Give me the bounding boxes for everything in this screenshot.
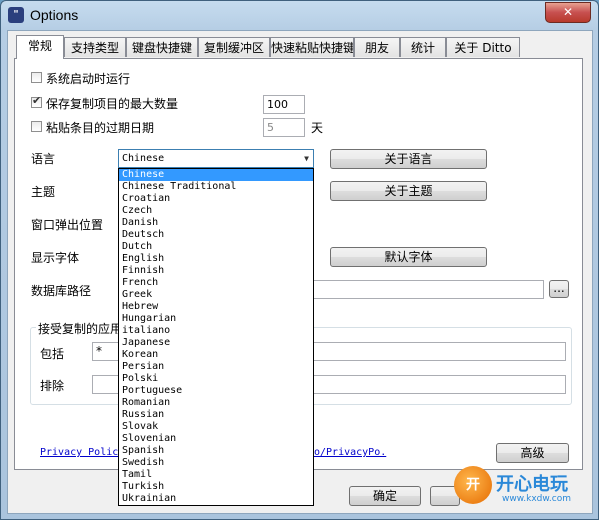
- startup-label: 系统启动时运行: [46, 72, 131, 86]
- language-option[interactable]: Chinese Traditional: [119, 181, 313, 193]
- tab-supported-types[interactable]: 支持类型: [64, 37, 126, 57]
- expire-checkbox[interactable]: [31, 121, 42, 132]
- language-option[interactable]: Russian: [119, 409, 313, 421]
- language-option[interactable]: Deutsch: [119, 229, 313, 241]
- language-option[interactable]: Swedish: [119, 457, 313, 469]
- dropdown-arrow-icon[interactable]: ▼: [304, 150, 309, 167]
- expire-label: 粘贴条目的过期日期: [46, 121, 155, 135]
- check-icon: ✔: [32, 94, 42, 107]
- startup-checkbox[interactable]: [31, 72, 42, 83]
- max-copies-checkbox[interactable]: ✔: [31, 94, 42, 108]
- language-select[interactable]: Chinese ▼: [118, 149, 314, 168]
- display-font-label: 显示字体: [31, 251, 80, 265]
- exclude-label: 排除: [40, 379, 65, 393]
- window-title: Options: [30, 7, 79, 23]
- language-option[interactable]: Greek: [119, 289, 313, 301]
- browse-db-button[interactable]: ...: [549, 280, 569, 298]
- include-label: 包括: [40, 347, 65, 361]
- expire-unit-label: 天: [311, 121, 324, 135]
- language-option[interactable]: Turkish: [119, 481, 313, 493]
- ok-button[interactable]: 确定: [349, 486, 421, 506]
- language-option[interactable]: Romanian: [119, 397, 313, 409]
- language-option[interactable]: Dutch: [119, 241, 313, 253]
- language-option[interactable]: Danish: [119, 217, 313, 229]
- tab-friends[interactable]: 朋友: [354, 37, 400, 57]
- language-option[interactable]: Croatian: [119, 193, 313, 205]
- language-option[interactable]: Portuguese: [119, 385, 313, 397]
- max-copies-input[interactable]: 100: [263, 95, 305, 114]
- title-bar[interactable]: " Options ✕: [1, 1, 598, 31]
- expire-days-input[interactable]: 5: [263, 118, 305, 137]
- about-language-button[interactable]: 关于语言: [330, 149, 487, 169]
- ditto-app-icon: ": [8, 7, 24, 23]
- language-option[interactable]: Chinese: [119, 169, 313, 181]
- about-theme-button[interactable]: 关于主题: [330, 181, 487, 201]
- language-option[interactable]: Polski: [119, 373, 313, 385]
- language-option[interactable]: Czech: [119, 205, 313, 217]
- tab-general[interactable]: 常规: [16, 35, 64, 59]
- language-label: 语言: [31, 152, 56, 166]
- tab-stats[interactable]: 统计: [400, 37, 446, 57]
- db-path-label: 数据库路径: [31, 284, 92, 298]
- language-option[interactable]: italiano: [119, 325, 313, 337]
- tab-copy-buffers[interactable]: 复制缓冲区: [198, 37, 270, 57]
- language-option[interactable]: Slovenian: [119, 433, 313, 445]
- watermark-url: www.kxdw.com: [502, 494, 571, 504]
- theme-label: 主题: [31, 185, 56, 199]
- language-option[interactable]: Korean: [119, 349, 313, 361]
- advanced-button[interactable]: 高级: [496, 443, 569, 463]
- tab-about-ditto[interactable]: 关于 Ditto: [446, 37, 520, 57]
- close-button[interactable]: ✕: [545, 2, 591, 23]
- privacy-policy-link-tail[interactable]: o/PrivacyPo.: [314, 447, 386, 458]
- language-option[interactable]: Spanish: [119, 445, 313, 457]
- language-option[interactable]: Japanese: [119, 337, 313, 349]
- popup-position-label: 窗口弹出位置: [31, 218, 104, 232]
- language-option[interactable]: Slovak: [119, 421, 313, 433]
- language-option[interactable]: Finnish: [119, 265, 313, 277]
- language-option[interactable]: Tamil: [119, 469, 313, 481]
- watermark-logo-icon: 开: [454, 466, 492, 504]
- default-font-button[interactable]: 默认字体: [330, 247, 487, 267]
- privacy-policy-link[interactable]: Privacy Polic: [40, 447, 118, 458]
- tab-keyboard-shortcuts[interactable]: 键盘快捷键: [126, 37, 198, 57]
- accepted-apps-group-label: 接受复制的应用: [36, 320, 125, 337]
- language-option[interactable]: Hebrew: [119, 301, 313, 313]
- language-option[interactable]: Hungarian: [119, 313, 313, 325]
- language-selected-value: Chinese: [122, 153, 165, 164]
- language-option[interactable]: Ukrainian: [119, 493, 313, 505]
- language-dropdown-list[interactable]: Chinese Chinese Traditional Croatian Czech D…: [118, 168, 314, 506]
- max-copies-label: 保存复制项目的最大数量: [46, 97, 179, 111]
- language-option[interactable]: French: [119, 277, 313, 289]
- watermark-name: 开心电玩: [496, 474, 568, 495]
- language-option[interactable]: English: [119, 253, 313, 265]
- tab-quick-paste-shortcuts[interactable]: 快速粘贴快捷键: [270, 37, 354, 57]
- language-option[interactable]: Persian: [119, 361, 313, 373]
